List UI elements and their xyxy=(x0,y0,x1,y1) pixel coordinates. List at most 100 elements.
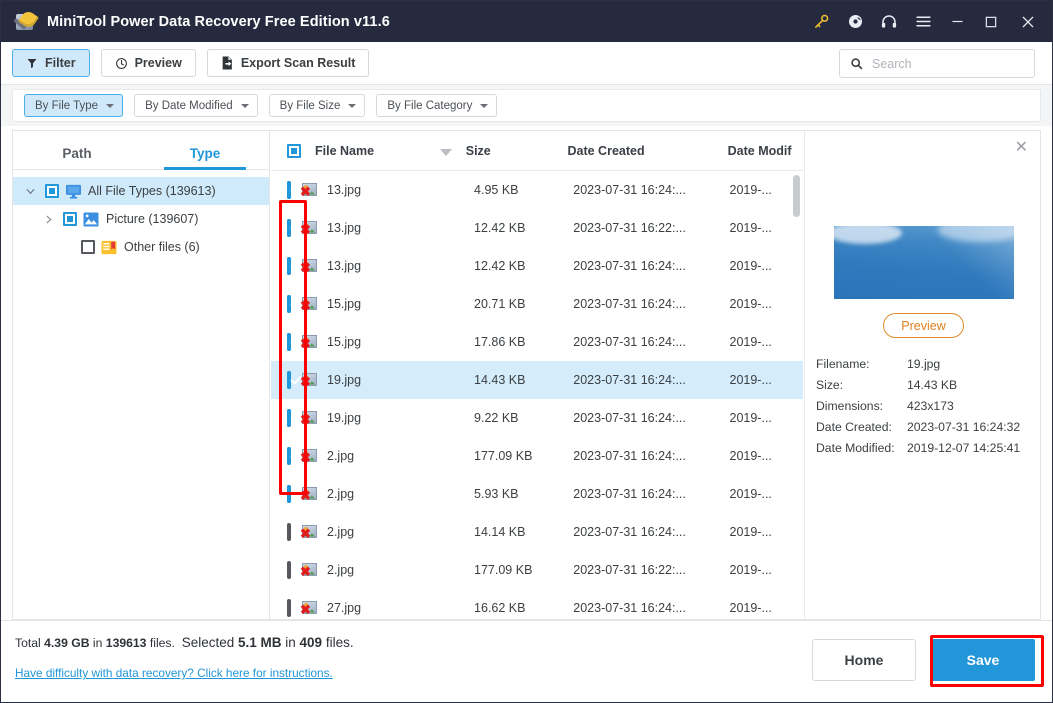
filter-button-label: Filter xyxy=(45,56,76,70)
close-icon[interactable] xyxy=(1008,1,1048,42)
filter-button[interactable]: Filter xyxy=(12,49,90,77)
meta-key: Filename: xyxy=(816,356,870,371)
tree-checkbox[interactable] xyxy=(45,184,59,198)
row-checkbox[interactable] xyxy=(287,257,291,275)
row-checkbox[interactable] xyxy=(287,485,291,503)
cell-size: 20.71 KB xyxy=(474,297,526,311)
file-list-rows: ✖ 13.jpg 4.95 KB 2023-07-31 16:24:... 2019-.… xyxy=(271,171,803,618)
maximize-icon[interactable] xyxy=(974,1,1008,42)
row-checkbox[interactable] xyxy=(287,371,291,389)
cell-date-created: 2023-07-31 16:22:... xyxy=(573,563,686,577)
table-row[interactable]: ✖ 2.jpg 5.93 KB 2023-07-31 16:24:... 2019-..… xyxy=(271,475,803,513)
tree-item-all-file-types[interactable]: All File Types (139613) xyxy=(13,177,269,205)
column-label: File Name xyxy=(315,143,375,158)
tab-type-label: Type xyxy=(189,146,221,161)
meta-value: 423x173 xyxy=(907,398,954,413)
filter-chip-by-file-type[interactable]: By File Type xyxy=(24,94,124,117)
table-row[interactable]: ✖ 19.jpg 14.43 KB 2023-07-31 16:24:... 2019-… xyxy=(271,361,803,399)
row-checkbox[interactable] xyxy=(287,447,291,465)
table-row[interactable]: ✖ 15.jpg 17.86 KB 2023-07-31 16:24:... 2019-… xyxy=(271,323,803,361)
key-icon[interactable] xyxy=(804,1,838,42)
row-checkbox[interactable] xyxy=(287,295,291,313)
broken-image-icon: ✖ xyxy=(300,600,318,616)
cell-date-created: 2023-07-31 16:24:... xyxy=(573,601,686,615)
file-list-scrollbar[interactable] xyxy=(793,175,800,575)
row-checkbox[interactable] xyxy=(287,523,291,541)
select-all-checkbox[interactable] xyxy=(287,143,301,158)
menu-icon[interactable] xyxy=(906,1,940,42)
row-checkbox[interactable] xyxy=(287,409,291,427)
help-link[interactable]: Have difficulty with data recovery? Clic… xyxy=(15,666,333,680)
cell-date-modified: 2019-... xyxy=(729,525,772,539)
save-button[interactable]: Save xyxy=(931,639,1035,681)
tree-item-label: Other files (6) xyxy=(124,240,200,254)
cell-size: 16.62 KB xyxy=(474,601,526,615)
meta-key: Dimensions: xyxy=(816,398,884,413)
cell-file-name: 19.jpg xyxy=(327,373,362,387)
headset-icon[interactable] xyxy=(872,1,906,42)
table-row[interactable]: ✖ 15.jpg 20.71 KB 2023-07-31 16:24:... 2019-… xyxy=(271,285,803,323)
tree-checkbox[interactable] xyxy=(63,212,77,226)
row-checkbox[interactable] xyxy=(287,333,291,351)
cell-file-name: 19.jpg xyxy=(327,411,362,425)
table-row[interactable]: ✖ 27.jpg 16.62 KB 2023-07-31 16:24:... 2019-… xyxy=(271,589,803,618)
search-input[interactable] xyxy=(870,55,1010,72)
chevron-down-icon xyxy=(480,103,489,108)
table-row[interactable]: ✖ 13.jpg 12.42 KB 2023-07-31 16:24:... 2019-… xyxy=(271,247,803,285)
minitool-logo-icon xyxy=(13,8,39,33)
table-row[interactable]: ✖ 19.jpg 9.22 KB 2023-07-31 16:24:... 2019-.… xyxy=(271,399,803,437)
column-header-date-modified[interactable]: Date Modif xyxy=(728,144,803,158)
meta-value: 2019-12-07 14:25:41 xyxy=(907,440,1021,455)
broken-image-icon: ✖ xyxy=(300,486,318,502)
cell-size: 177.09 KB xyxy=(474,449,533,463)
column-header-date-created[interactable]: Date Created xyxy=(567,144,727,158)
meta-row-dimensions: Dimensions: 423x173 xyxy=(816,395,1020,416)
cell-date-created: 2023-07-31 16:24:... xyxy=(573,335,686,349)
column-header-size[interactable]: Size xyxy=(466,144,568,158)
cell-date-modified: 2019-... xyxy=(729,297,772,311)
tree-item-picture[interactable]: Picture (139607) xyxy=(13,205,269,233)
scrollbar-thumb[interactable] xyxy=(793,175,800,217)
table-row[interactable]: ✖ 13.jpg 4.95 KB 2023-07-31 16:24:... 2019-.… xyxy=(271,171,803,209)
chevron-right-icon[interactable] xyxy=(39,214,57,225)
cell-size: 5.93 KB xyxy=(474,487,519,501)
close-preview-icon[interactable]: ✕ xyxy=(1015,140,1028,156)
status-selected-count: 409 xyxy=(299,635,323,650)
row-checkbox[interactable] xyxy=(287,561,291,579)
chevron-down-icon[interactable] xyxy=(21,186,39,197)
cell-file-name: 13.jpg xyxy=(327,221,362,235)
cell-size: 12.42 KB xyxy=(474,259,526,273)
export-scan-result-button[interactable]: Export Scan Result xyxy=(206,49,370,77)
disc-icon[interactable] xyxy=(838,1,872,42)
tab-type[interactable]: Type xyxy=(141,146,269,170)
tree-item-label: All File Types (139613) xyxy=(88,184,216,198)
bottom-bar: Total 4.39 GB in 139613 files. Selected … xyxy=(1,620,1052,702)
tab-path[interactable]: Path xyxy=(13,146,141,169)
table-row[interactable]: ✖ 13.jpg 12.42 KB 2023-07-31 16:22:... 2019-… xyxy=(271,209,803,247)
table-row[interactable]: ✖ 2.jpg 177.09 KB 2023-07-31 16:24:... 2019-… xyxy=(271,437,803,475)
tree-checkbox[interactable] xyxy=(81,240,95,254)
filter-chip-by-date-modified[interactable]: By Date Modified xyxy=(134,94,258,117)
status-in-1: in xyxy=(89,636,106,650)
filter-chip-row: By File Type By Date Modified By File Si… xyxy=(12,89,1041,122)
table-row[interactable]: ✖ 2.jpg 14.14 KB 2023-07-31 16:24:... 2019-.… xyxy=(271,513,803,551)
filter-chip-by-file-size[interactable]: By File Size xyxy=(268,94,366,117)
cell-date-created: 2023-07-31 16:22:... xyxy=(573,221,686,235)
sort-descending-icon[interactable] xyxy=(439,148,452,156)
minimize-icon[interactable] xyxy=(940,1,974,42)
search-box[interactable] xyxy=(839,49,1035,78)
preview-image-button[interactable]: Preview xyxy=(883,313,964,338)
file-type-tree: All File Types (139613) Picture (139607)… xyxy=(13,170,269,261)
filter-chip-by-file-category[interactable]: By File Category xyxy=(376,94,498,117)
meta-value: 14.43 KB xyxy=(907,377,958,392)
column-header-file-name[interactable]: File Name xyxy=(315,144,466,158)
preview-button[interactable]: Preview xyxy=(100,49,196,77)
cell-size: 14.43 KB xyxy=(474,373,526,387)
table-row[interactable]: ✖ 2.jpg 177.09 KB 2023-07-31 16:22:... 2019-… xyxy=(271,551,803,589)
row-checkbox[interactable] xyxy=(287,219,291,237)
picture-icon xyxy=(83,211,100,227)
row-checkbox[interactable] xyxy=(287,599,291,617)
home-button[interactable]: Home xyxy=(812,639,916,681)
row-checkbox[interactable] xyxy=(287,181,291,199)
tree-item-other-files[interactable]: Other files (6) xyxy=(13,233,269,261)
